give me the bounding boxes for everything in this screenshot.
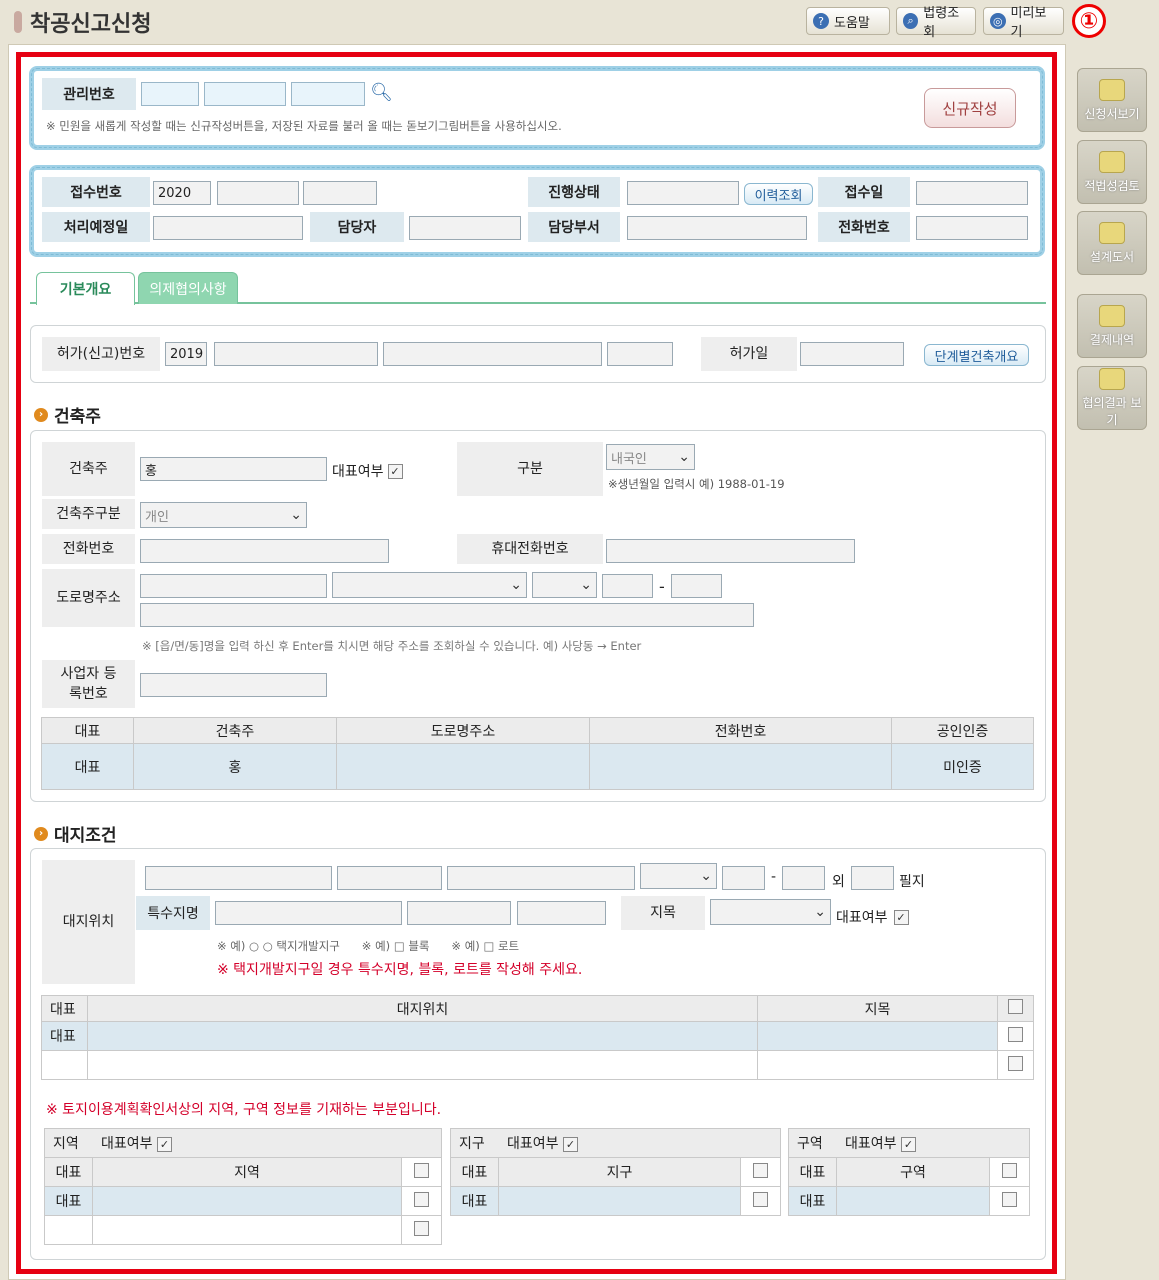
page-title-text: 착공신고신청 — [30, 12, 152, 37]
title-bar-icon — [14, 11, 22, 33]
document-icon — [1099, 368, 1125, 390]
search-icon: ⌕ — [903, 13, 919, 29]
document-icon — [1099, 304, 1125, 327]
side-view-application[interactable]: 신청서보기 — [1077, 68, 1147, 132]
page-title: 착공신고신청 — [14, 6, 151, 38]
side-design-docs[interactable]: 설계도서 — [1077, 211, 1147, 275]
side-label: 협의결과 보기 — [1082, 396, 1142, 427]
question-icon: ? — [813, 13, 829, 29]
side-label: 결제내역 — [1089, 332, 1135, 347]
side-label: 설계도서 — [1089, 249, 1135, 264]
help-label: 도움말 — [834, 15, 870, 31]
law-label: 법령조회 — [923, 6, 960, 40]
help-button[interactable]: ? 도움말 — [806, 7, 890, 35]
side-label: 신청서보기 — [1084, 106, 1140, 121]
annotation-marker: ① — [1072, 4, 1106, 38]
side-label: 적법성검토 — [1084, 178, 1140, 193]
preview-button[interactable]: ◎ 미리보기 — [983, 6, 1064, 40]
side-legality-review[interactable]: 적법성검토 — [1077, 140, 1147, 204]
side-consult-result[interactable]: 협의결과 보기 — [1077, 366, 1147, 430]
document-icon — [1099, 221, 1125, 244]
law-button[interactable]: ⌕ 법령조회 — [896, 6, 976, 40]
highlight-frame — [16, 52, 1057, 1274]
side-payment[interactable]: 결제내역 — [1077, 294, 1147, 358]
document-icon — [1099, 78, 1125, 101]
document-icon — [1099, 150, 1125, 173]
preview-icon: ◎ — [990, 13, 1006, 29]
preview-label: 미리보기 — [1010, 6, 1047, 40]
